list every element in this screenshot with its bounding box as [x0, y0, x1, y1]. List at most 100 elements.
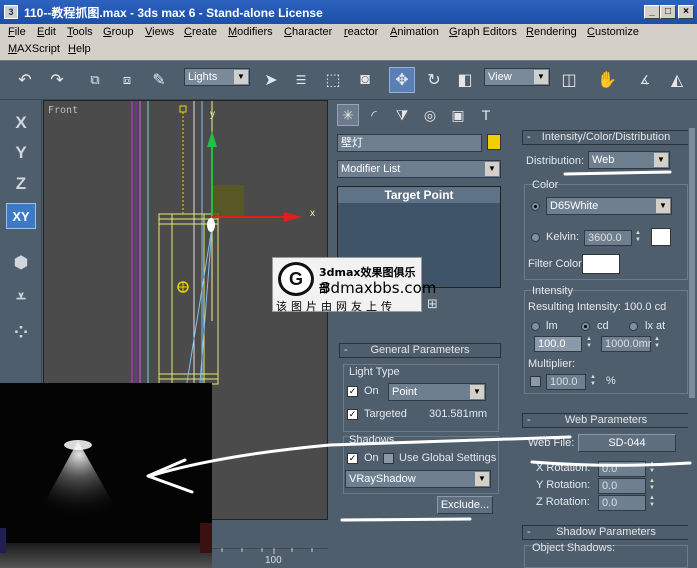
close-button[interactable]: × — [678, 5, 694, 19]
select-and-rotate-icon[interactable]: ↻ — [421, 67, 447, 93]
menu-reactor[interactable]: reactor — [344, 26, 378, 38]
multiplier-checkbox[interactable] — [530, 376, 541, 387]
kelvin-radio[interactable] — [531, 233, 540, 242]
select-and-scale-icon[interactable]: ◧ — [452, 67, 478, 93]
y-rotation-spinner[interactable]: ▲ ▼ — [648, 478, 656, 494]
rollout-title: General Parameters — [370, 344, 470, 356]
panel-scrollbar-thumb[interactable] — [689, 128, 695, 398]
z-rotation-input[interactable]: 0.0 — [598, 495, 646, 511]
z-rotation-spinner[interactable]: ▲ ▼ — [648, 495, 656, 511]
render-scene — [0, 383, 212, 568]
restrict-x-button[interactable]: X — [6, 110, 36, 136]
lm-radio[interactable] — [531, 322, 540, 331]
restrict-y-button[interactable]: Y — [6, 140, 36, 166]
menu-character[interactable]: Character — [284, 26, 332, 38]
stack-item-target-point[interactable]: Target Point — [338, 187, 500, 203]
hierarchy-tab-icon[interactable]: ⧩ — [391, 104, 413, 126]
select-by-name-icon[interactable]: ☰ — [288, 67, 314, 93]
object-color-swatch[interactable] — [487, 134, 501, 150]
menu-file[interactable]: File — [8, 26, 26, 38]
intensity-spinner[interactable]: ▲ ▼ — [585, 336, 593, 352]
menu-group[interactable]: Group — [103, 26, 134, 38]
object-name-field[interactable]: 壁灯 — [337, 134, 482, 152]
y-rotation-input[interactable]: 0.0 — [598, 478, 646, 494]
web-parameters-rollout[interactable]: - Web Parameters — [522, 413, 690, 428]
shadow-type-dropdown[interactable]: VRayShadow ▼ — [345, 470, 491, 488]
menu-help[interactable]: Help — [68, 43, 91, 55]
intensity-rollout[interactable]: - Intensity/Color/Distribution — [522, 130, 690, 145]
light-type-dropdown[interactable]: Point ▼ — [388, 383, 486, 401]
distance-spinner[interactable]: ▲ ▼ — [653, 336, 661, 352]
kelvin-input[interactable]: 3600.0 — [584, 230, 632, 246]
collapse-icon: - — [527, 526, 531, 538]
restrict-z-button[interactable]: Z — [6, 171, 36, 197]
select-link-icon[interactable]: ⧉ — [82, 67, 108, 93]
menu-tools[interactable]: Tools — [67, 26, 93, 38]
menu-graph-editors[interactable]: Graph Editors — [449, 26, 517, 38]
web-file-button[interactable]: SD-044 — [578, 434, 676, 452]
angle-snap-icon[interactable]: ∡ — [632, 67, 658, 93]
mirror-icon[interactable]: ◭ — [664, 67, 690, 93]
utilities-tab-icon[interactable]: T — [475, 104, 497, 126]
color-preset-dropdown[interactable]: D65White ▼ — [546, 197, 672, 215]
align-icon[interactable]: ⩡ — [6, 284, 36, 310]
window-crossing-icon[interactable]: ◙ — [352, 67, 378, 93]
motion-tab-icon[interactable]: ◎ — [419, 104, 441, 126]
select-and-move-icon[interactable]: ✥ — [389, 67, 415, 93]
modifier-list-dropdown[interactable]: Modifier List ▼ — [337, 160, 501, 178]
create-tab-icon[interactable]: ✳ — [337, 104, 359, 126]
time-ruler[interactable]: 100 — [212, 548, 328, 568]
distance-input[interactable]: 1000.0mr — [601, 336, 651, 352]
selection-filter-dropdown[interactable]: Lights ▼ — [184, 68, 250, 86]
exclude-button[interactable]: Exclude... — [437, 496, 493, 514]
use-pivot-center-icon[interactable]: ◫ — [556, 67, 582, 93]
menu-edit[interactable]: Edit — [37, 26, 56, 38]
configure-modifier-sets-icon[interactable]: ⊞ — [427, 296, 438, 314]
light-on-checkbox[interactable]: ✓ — [347, 386, 358, 397]
select-and-manipulate-icon[interactable]: ✋ — [594, 67, 620, 93]
array-icon[interactable]: ⁘ — [6, 320, 36, 346]
maximize-button[interactable]: □ — [660, 5, 676, 19]
menu-maxscript[interactable]: MAXScript — [8, 43, 60, 55]
cd-label: cd — [597, 320, 609, 332]
kelvin-spinner[interactable]: ▲ ▼ — [634, 230, 642, 246]
kelvin-color-swatch[interactable] — [651, 228, 671, 246]
modify-tab-icon[interactable]: ◜ — [363, 104, 385, 126]
shadows-on-checkbox[interactable]: ✓ — [347, 453, 358, 464]
menu-create[interactable]: Create — [184, 26, 217, 38]
snap-box-icon[interactable]: ⬢ — [6, 250, 36, 276]
intensity-input[interactable]: 100.0 — [534, 336, 582, 352]
undo-icon[interactable]: ↶ — [12, 67, 38, 93]
multiplier-spinner[interactable]: ▲ ▼ — [589, 374, 597, 390]
chevron-down-icon: ▼ — [654, 153, 668, 167]
menu-modifiers[interactable]: Modifiers — [228, 26, 273, 38]
preset-radio[interactable] — [531, 202, 540, 211]
restrict-xy-button[interactable]: XY — [6, 203, 36, 229]
bind-space-warp-icon[interactable]: ✎ — [146, 67, 172, 93]
multiplier-input[interactable]: 100.0 — [546, 374, 586, 390]
display-tab-icon[interactable]: ▣ — [447, 104, 469, 126]
menu-rendering[interactable]: Rendering — [526, 26, 577, 38]
cd-radio[interactable] — [581, 322, 590, 331]
redo-icon[interactable]: ↷ — [44, 67, 70, 93]
targeted-checkbox[interactable]: ✓ — [347, 409, 358, 420]
unlink-icon[interactable]: ⧈ — [114, 67, 140, 93]
watermark: G 3dmax效果图俱乐部 3dmaxbbs.com 该图片由网友上传 — [272, 257, 436, 313]
menu-customize[interactable]: Customize — [587, 26, 639, 38]
menu-animation[interactable]: Animation — [390, 26, 439, 38]
general-parameters-rollout[interactable]: - General Parameters — [339, 343, 501, 358]
x-rotation-spinner[interactable]: ▲ ▼ — [648, 461, 656, 477]
lx-radio[interactable] — [629, 322, 638, 331]
light-on-label: On — [364, 385, 379, 397]
select-object-icon[interactable]: ➤ — [258, 67, 284, 93]
filter-color-swatch[interactable] — [582, 254, 620, 274]
reference-coordinate-dropdown[interactable]: View ▼ — [484, 68, 550, 86]
use-global-checkbox[interactable] — [383, 453, 394, 464]
menu-views[interactable]: Views — [145, 26, 174, 38]
distribution-dropdown[interactable]: Web ▼ — [588, 151, 670, 169]
shadow-parameters-rollout[interactable]: - Shadow Parameters — [522, 525, 690, 540]
lm-label: lm — [546, 320, 558, 332]
rectangular-selection-icon[interactable]: ⬚ — [320, 67, 346, 93]
x-rotation-input[interactable]: 0.0 — [598, 461, 646, 477]
minimize-button[interactable]: _ — [644, 5, 660, 19]
